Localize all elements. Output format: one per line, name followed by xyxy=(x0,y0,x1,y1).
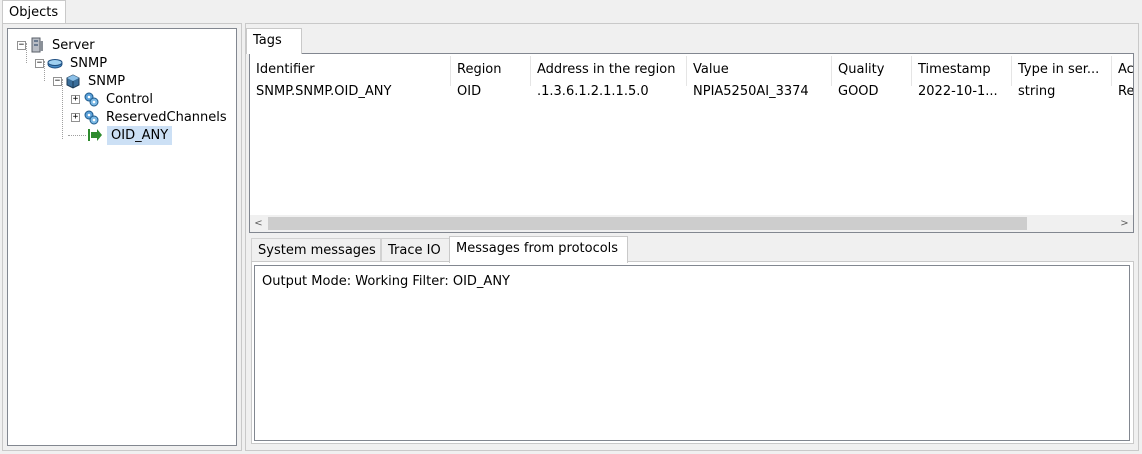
object-tree[interactable]: − Server − SNMP − SNMP + Control + Reser… xyxy=(7,28,237,446)
scroll-thumb[interactable] xyxy=(268,217,1027,230)
tree-node-control[interactable]: + Control xyxy=(71,90,156,108)
cell-value: NPIA5250AI_3374 xyxy=(693,84,809,99)
network-device-icon xyxy=(47,55,63,71)
cell-address: .1.3.6.1.2.1.1.5.0 xyxy=(537,84,649,99)
tags-table: Identifier Region Address in the region … xyxy=(249,53,1134,233)
expand-toggle[interactable]: + xyxy=(71,112,80,122)
column-header-type[interactable]: Type in ser... xyxy=(1012,56,1112,86)
cell-timestamp: 2022-10-1... xyxy=(918,84,998,99)
column-header-region[interactable]: Region xyxy=(451,56,531,86)
objects-panel: − Server − SNMP − SNMP + Control + Reser… xyxy=(2,23,242,451)
scroll-right-arrow[interactable]: > xyxy=(1116,215,1133,232)
collapse-toggle[interactable]: − xyxy=(17,40,26,50)
cell-access: Re xyxy=(1118,84,1133,99)
expand-toggle[interactable]: + xyxy=(71,94,80,104)
tab-messages-from-protocols[interactable]: Messages from protocols xyxy=(449,236,628,263)
gear-group-icon xyxy=(83,109,99,125)
gear-group-icon xyxy=(83,91,99,107)
collapse-toggle[interactable]: − xyxy=(35,58,44,68)
column-header-timestamp[interactable]: Timestamp xyxy=(912,56,1012,86)
message-text: Output Mode: Working Filter: OID_ANY xyxy=(262,274,510,289)
green-arrow-icon xyxy=(87,127,103,143)
messages-output[interactable]: Output Mode: Working Filter: OID_ANY xyxy=(254,265,1130,441)
tree-node-label: Server xyxy=(52,37,95,53)
column-header-quality[interactable]: Quality xyxy=(832,56,912,86)
server-icon xyxy=(29,37,45,53)
horizontal-scrollbar[interactable]: < > xyxy=(250,215,1133,232)
messages-panel: Output Mode: Working Filter: OID_ANY xyxy=(251,261,1134,444)
cell-identifier: SNMP.SNMP.OID_ANY xyxy=(256,84,392,99)
scroll-left-arrow[interactable]: < xyxy=(250,215,267,232)
column-header-address[interactable]: Address in the region xyxy=(531,56,687,86)
collapse-toggle[interactable]: − xyxy=(53,76,62,86)
cell-type: string xyxy=(1018,84,1056,99)
tree-node-reservedchannels[interactable]: + ReservedChannels xyxy=(71,108,230,126)
cell-quality: GOOD xyxy=(838,84,879,99)
tree-node-label: Control xyxy=(106,91,153,107)
column-header-identifier[interactable]: Identifier xyxy=(250,56,451,86)
tree-connector xyxy=(68,135,86,136)
tab-tags[interactable]: Tags xyxy=(246,28,302,54)
tab-system-messages[interactable]: System messages xyxy=(251,238,381,262)
tree-node-server[interactable]: − Server xyxy=(17,36,98,54)
column-header-access[interactable]: Ac xyxy=(1112,56,1133,86)
tree-node-oid-any[interactable]: OID_ANY xyxy=(87,125,173,145)
device-cube-icon xyxy=(65,73,81,89)
tab-trace-io[interactable]: Trace IO xyxy=(381,238,450,262)
tree-node-label: OID_ANY xyxy=(107,125,173,145)
cell-region: OID xyxy=(457,84,482,99)
column-header-value[interactable]: Value xyxy=(687,56,832,86)
tree-node-snmp-network[interactable]: − SNMP xyxy=(35,54,110,72)
tree-node-label: SNMP xyxy=(88,73,126,89)
tab-objects[interactable]: Objects xyxy=(2,0,66,24)
tree-node-snmp-device[interactable]: − SNMP xyxy=(53,72,128,90)
tree-node-label: SNMP xyxy=(70,55,108,71)
tree-node-label: ReservedChannels xyxy=(106,109,227,125)
